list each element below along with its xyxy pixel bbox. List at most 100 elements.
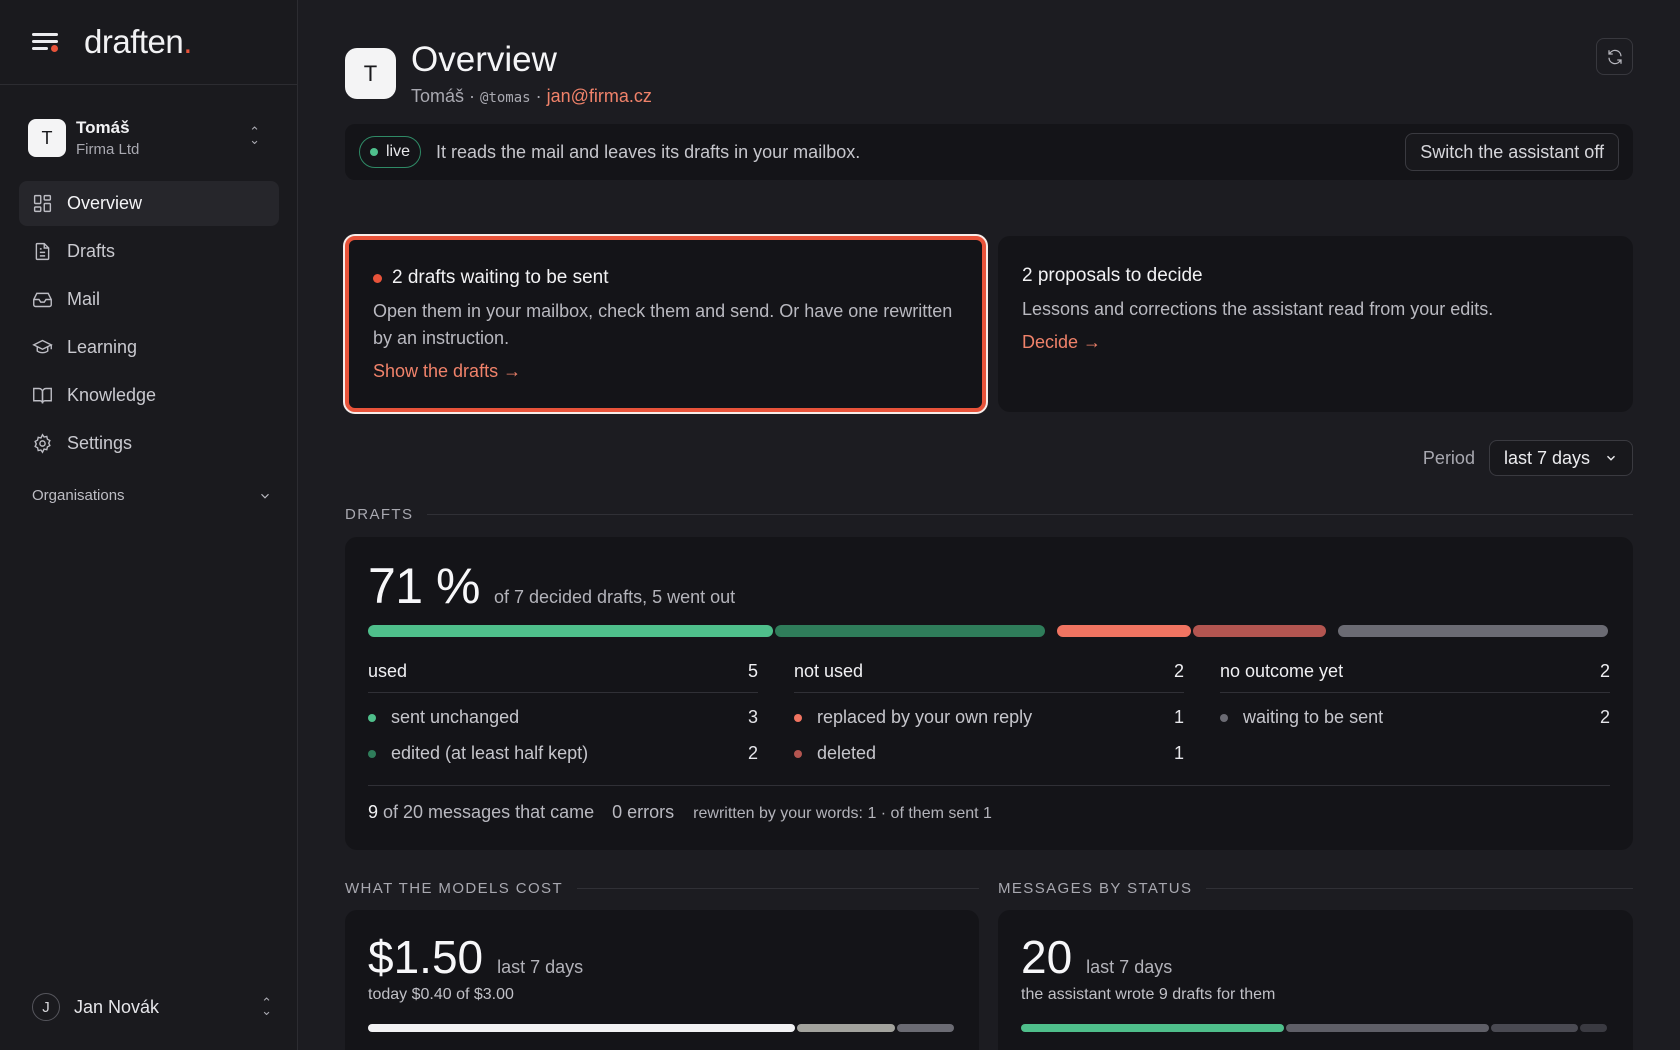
list-item: replaced by your own reply 1 <box>794 706 1184 729</box>
status-dot <box>370 148 378 156</box>
group-count: 2 <box>1173 661 1184 681</box>
period-label: Period <box>1422 447 1475 468</box>
drafts-stats-card: 71 % of 7 decided drafts, 5 went out use… <box>345 537 1633 850</box>
separator: · <box>464 86 481 106</box>
group-title: not used <box>794 661 864 681</box>
decide-link[interactable]: Decide → <box>1022 332 1101 353</box>
list-item: sent unchanged 3 <box>368 706 758 729</box>
period-filter: Period last 7 days <box>1423 440 1633 476</box>
profile-avatar: T <box>345 48 396 99</box>
sidebar: draften. T Tomáš Firma Ltd ⌃ ⌄ Overview D… <box>0 0 298 1050</box>
grid-icon <box>33 194 52 213</box>
account-avatar: T <box>28 119 66 157</box>
assistant-status-bar: live It reads the mail and leaves its dr… <box>345 124 1633 180</box>
messages-section-heading: MESSAGES BY STATUS <box>998 880 1633 897</box>
group-not-used: not used 2 replaced by your own reply 1 de… <box>794 661 1184 765</box>
divider <box>368 785 1610 786</box>
section-title: MESSAGES BY STATUS <box>998 880 1193 897</box>
bar-segment <box>897 1024 954 1032</box>
user-avatar: J <box>32 993 60 1021</box>
account-name: Tomáš <box>76 118 130 137</box>
row-label: sent unchanged <box>391 707 520 727</box>
legend-dot <box>368 713 376 722</box>
sidebar-item-label: Drafts <box>67 241 116 261</box>
row-label: deleted <box>817 743 877 763</box>
user-name: Jan Novák <box>74 996 160 1017</box>
chevron-down-icon <box>1607 455 1615 461</box>
show-drafts-link[interactable]: Show the drafts → <box>373 361 521 382</box>
brand-logo[interactable]: draften. <box>84 23 192 61</box>
switch-assistant-off-button[interactable]: Switch the assistant off <box>1405 133 1619 171</box>
drafts-footer: 9 of 20 messages that came 0 errors rewr… <box>368 802 992 823</box>
sidebar-item-settings[interactable]: Settings <box>19 421 279 466</box>
chevron-down-icon <box>261 493 269 499</box>
bar-segment <box>1192 625 1327 637</box>
period-select[interactable]: last 7 days <box>1488 440 1633 476</box>
messages-period: last 7 days <box>1086 957 1173 977</box>
row-count: 1 <box>1173 743 1184 763</box>
live-badge: live <box>359 136 422 168</box>
user-menu[interactable]: J Jan Novák ⌃ ⌄ <box>32 993 272 1021</box>
bar-segment <box>368 625 774 637</box>
organisations-toggle[interactable]: Organisations <box>32 487 272 504</box>
profile-name: Tomáš <box>411 86 465 106</box>
divider <box>577 888 979 889</box>
bar-segment <box>1056 625 1191 637</box>
legend-dot <box>368 749 376 758</box>
sidebar-item-drafts[interactable]: Drafts <box>19 229 279 274</box>
account-switcher[interactable]: T Tomáš Firma Ltd ⌃ ⌄ <box>20 110 278 166</box>
drafts-outcome-bar <box>368 625 1610 637</box>
group-used: used 5 sent unchanged 3 edited (at least h… <box>368 661 758 765</box>
list-item: deleted 1 <box>794 742 1184 765</box>
bar-segment <box>797 1024 896 1032</box>
profile-handle: @tomas <box>480 90 531 106</box>
group-no-outcome: no outcome yet 2 waiting to be sent 2 <box>1220 661 1610 729</box>
sidebar-nav: Overview Drafts Mail Learning Knowledge … <box>19 181 279 469</box>
bar-segment <box>368 1024 796 1032</box>
row-label: replaced by your own reply <box>817 707 1033 727</box>
messages-sub: the assistant wrote 9 drafts for them <box>1021 986 1276 1003</box>
sidebar-item-label: Learning <box>67 337 138 357</box>
account-org: Firma Ltd <box>76 141 140 158</box>
refresh-button[interactable] <box>1596 38 1633 75</box>
list-item: edited (at least half kept) 2 <box>368 742 758 765</box>
sidebar-item-learning[interactable]: Learning <box>19 325 279 370</box>
drafts-waiting-title: 2 drafts waiting to be sent <box>373 267 958 289</box>
menu-icon[interactable] <box>32 30 60 54</box>
profile-subtitle: Tomáš · @tomas · jan@firma.cz <box>411 86 652 107</box>
cost-today: today $0.40 of $3.00 <box>368 986 514 1003</box>
sidebar-item-knowledge[interactable]: Knowledge <box>19 373 279 418</box>
section-title: DRAFTS <box>345 506 414 523</box>
book-icon <box>33 387 52 404</box>
list-item: waiting to be sent 2 <box>1220 706 1610 729</box>
sidebar-item-mail[interactable]: Mail <box>19 277 279 322</box>
group-count: 5 <box>747 661 758 681</box>
row-count: 1 <box>1173 707 1184 727</box>
errors-count: 0 errors <box>612 802 675 822</box>
row-label: waiting to be sent <box>1243 707 1384 727</box>
proposals-desc: Lessons and corrections the assistant re… <box>1022 299 1494 319</box>
document-icon <box>35 242 50 261</box>
messages-card: 20 last 7 days the assistant wrote 9 dra… <box>998 910 1633 1050</box>
proposals-card: 2 proposals to decide Lessons and correc… <box>998 236 1633 412</box>
group-title: no outcome yet <box>1220 661 1344 681</box>
status-text: It reads the mail and leaves its drafts … <box>436 141 861 162</box>
organisations-label: Organisations <box>32 487 125 504</box>
group-count: 2 <box>1599 661 1610 681</box>
sidebar-item-label: Knowledge <box>67 385 157 405</box>
row-label: edited (at least half kept) <box>391 743 589 763</box>
legend-dot <box>1220 713 1228 722</box>
row-count: 3 <box>747 707 758 727</box>
alert-dot <box>373 273 382 283</box>
sidebar-item-label: Overview <box>67 193 143 213</box>
sidebar-item-overview[interactable]: Overview <box>19 181 279 226</box>
messages-count-big: 20 <box>1021 931 1073 983</box>
rewritten-stats: rewritten by your words: 1 · of them sen… <box>693 805 992 822</box>
chevron-updown-icon: ⌃ ⌄ <box>249 124 260 147</box>
page-header: T Overview Tomáš · @tomas · jan@firma.cz <box>345 38 1633 106</box>
cost-section-heading: WHAT THE MODELS COST <box>345 880 979 897</box>
group-title: used <box>368 661 408 681</box>
legend-dot <box>794 713 802 722</box>
used-percent-caption: of 7 decided drafts, 5 went out <box>493 587 736 607</box>
profile-email-link[interactable]: jan@firma.cz <box>547 86 652 106</box>
